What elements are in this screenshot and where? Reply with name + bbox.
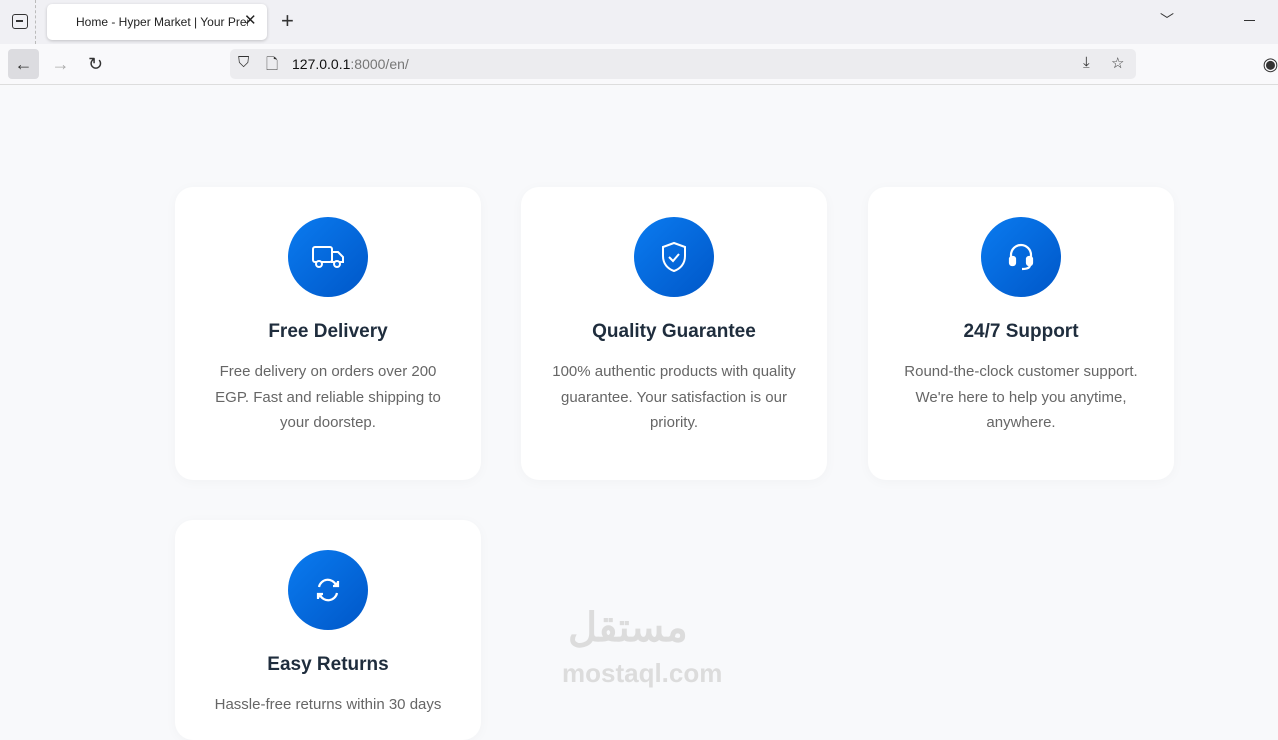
feature-card-free-delivery: Free Delivery Free delivery on orders ov… — [175, 187, 481, 480]
minimize-button[interactable] — [1244, 20, 1255, 21]
tab-list-icon[interactable] — [12, 14, 28, 29]
feature-text: Round-the-clock customer support. We're … — [904, 363, 1138, 431]
back-button[interactable]: ← — [8, 49, 39, 79]
shield-icon[interactable]: ⛉ — [238, 54, 249, 71]
forward-button[interactable]: → — [45, 49, 76, 79]
watermark-arabic: مستقل — [568, 606, 688, 650]
download-icon[interactable]: ⤓ — [1083, 54, 1090, 71]
new-tab-button[interactable]: + — [281, 8, 294, 34]
address-bar[interactable]: ⛉ 🗋 127.0.0.1:8000/en/ ⤓ ☆ — [230, 49, 1136, 79]
page-icon: 🗋 — [266, 56, 279, 73]
browser-nav-bar: ← → ↻ ⛉ 🗋 127.0.0.1:8000/en/ ⤓ ☆ ◉ — [0, 44, 1278, 85]
reload-button[interactable]: ↻ — [80, 49, 111, 79]
feature-card-easy-returns: Easy Returns Hassle-free returns within … — [175, 520, 481, 740]
url-text[interactable]: 127.0.0.1:8000/en/ — [292, 56, 409, 72]
feature-card-support: 24/7 Support Round-the-clock customer su… — [868, 187, 1174, 480]
feature-card-quality-guarantee: Quality Guarantee 100% authentic product… — [521, 187, 827, 480]
feature-title: Quality Guarantee — [592, 321, 756, 342]
browser-tab[interactable]: Home - Hyper Market | Your Premium Store — [47, 4, 267, 40]
refresh-icon — [288, 550, 368, 630]
tab-title: Home - Hyper Market | Your Premium Store — [76, 15, 248, 29]
watermark-latin: mostaql.com — [562, 658, 723, 688]
shield-check-icon — [634, 217, 714, 297]
feature-text: Free delivery on orders over 200 EGP. Fa… — [215, 363, 441, 431]
feature-title: Free Delivery — [268, 321, 388, 342]
feature-text: Hassle-free returns within 30 days — [214, 696, 442, 713]
browser-tab-bar: Home - Hyper Market | Your Premium Store… — [0, 0, 1278, 44]
chevron-down-icon[interactable]: ﹀ — [1160, 10, 1174, 30]
close-tab-icon[interactable]: ✕ — [244, 11, 257, 29]
url-path: :8000/en/ — [350, 56, 409, 72]
headset-icon — [981, 217, 1061, 297]
divider — [35, 0, 36, 44]
feature-title: 24/7 Support — [963, 321, 1079, 342]
feature-text: 100% authentic products with quality gua… — [552, 363, 796, 431]
truck-icon — [288, 217, 368, 297]
feature-title: Easy Returns — [267, 654, 389, 675]
bookmark-star-icon[interactable]: ☆ — [1111, 54, 1124, 72]
url-host: 127.0.0.1 — [292, 56, 351, 72]
account-icon[interactable]: ◉ — [1255, 49, 1278, 79]
